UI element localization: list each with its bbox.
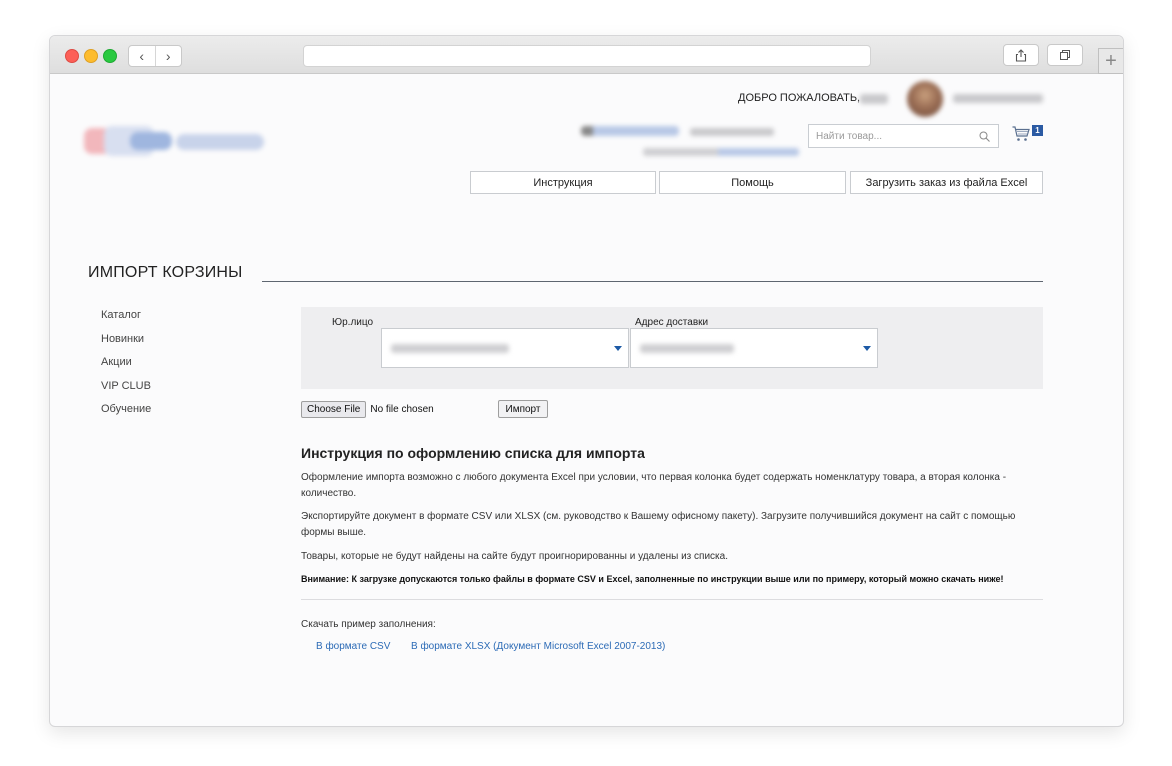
cart-count-badge: 1 <box>1032 125 1043 136</box>
upload-excel-order-button[interactable]: Загрузить заказ из файла Excel <box>850 171 1043 194</box>
page-content: ДОБРО ПОЖАЛОВАТЬ, 1 Инструкция Помощь За… <box>50 74 1123 726</box>
section-divider <box>301 599 1043 600</box>
import-button[interactable]: Импорт <box>498 400 548 418</box>
contact-phone-redacted <box>690 128 774 136</box>
close-window-button[interactable] <box>65 49 79 63</box>
legal-entity-select[interactable] <box>381 328 629 368</box>
site-logo[interactable] <box>84 122 270 164</box>
instructions-paragraph-2: Экспортируйте документ в формате CSV или… <box>301 511 1016 538</box>
instruction-button[interactable]: Инструкция <box>470 171 656 194</box>
user-name-redacted <box>860 94 888 104</box>
instructions-paragraph-3: Товары, которые не будут найдены на сайт… <box>301 551 728 562</box>
zoom-window-button[interactable] <box>103 49 117 63</box>
sidebar-item-training[interactable]: Обучение <box>101 402 151 426</box>
sidebar-item-catalog[interactable]: Каталог <box>101 308 151 332</box>
instructions-paragraph-1: Оформление импорта возможно с любого док… <box>301 472 1007 499</box>
user-menu-redacted[interactable] <box>953 94 1043 103</box>
minimize-window-button[interactable] <box>84 49 98 63</box>
chevron-left-icon: ‹ <box>139 48 145 64</box>
sidebar-item-new[interactable]: Новинки <box>101 332 151 356</box>
new-tab-button[interactable]: + <box>1098 48 1123 74</box>
back-button[interactable]: ‹ <box>129 46 156 66</box>
instructions-warning: Внимание: К загрузке допускаются только … <box>301 574 1004 584</box>
page-title: ИМПОРТ КОРЗИНЫ <box>88 264 243 281</box>
title-divider <box>262 281 1043 282</box>
download-example-label: Скачать пример заполнения: <box>301 619 436 630</box>
tabs-icon <box>1060 50 1070 60</box>
delivery-address-label: Адрес доставки <box>635 317 709 328</box>
chevron-down-icon <box>614 346 622 351</box>
file-picker: Choose File No file chosen <box>301 400 434 418</box>
sidebar-item-vip-club[interactable]: VIP CLUB <box>101 379 151 403</box>
search-box <box>808 124 999 148</box>
legal-entity-label: Юр.лицо <box>332 317 374 328</box>
contact-email-redacted[interactable] <box>581 126 679 136</box>
address-bar[interactable] <box>303 45 871 67</box>
help-button[interactable]: Помощь <box>659 171 846 194</box>
legal-entity-value-redacted <box>391 344 509 353</box>
history-nav: ‹ › <box>128 45 182 67</box>
search-icon[interactable] <box>979 131 990 142</box>
browser-titlebar: ‹ › + <box>50 36 1123 74</box>
forward-button[interactable]: › <box>156 46 182 66</box>
chevron-down-icon <box>863 346 871 351</box>
sidebar-item-promotions[interactable]: Акции <box>101 355 151 379</box>
delivery-address-value-redacted <box>640 344 734 353</box>
download-csv-link[interactable]: В формате CSV <box>316 641 390 652</box>
instructions-title: Инструкция по оформлению списка для импо… <box>301 445 645 461</box>
download-xlsx-link[interactable]: В формате XLSX (Документ Microsoft Excel… <box>411 641 665 652</box>
browser-window: ‹ › + ДОБРО ПОЖАЛОВАТЬ, Найти товар... 1… <box>49 35 1124 727</box>
welcome-text: ДОБРО ПОЖАЛОВАТЬ, <box>738 92 861 104</box>
show-tabs-button[interactable] <box>1047 44 1083 66</box>
search-input[interactable] <box>816 129 966 143</box>
contact-hours-redacted <box>643 148 799 156</box>
file-status-text: No file chosen <box>370 403 434 415</box>
plus-icon: + <box>1105 49 1117 72</box>
choose-file-button[interactable]: Choose File <box>301 400 367 418</box>
share-icon <box>1015 48 1027 62</box>
sidebar-nav: Каталог Новинки Акции VIP CLUB Обучение <box>101 308 151 426</box>
delivery-address-select[interactable] <box>630 328 878 368</box>
avatar[interactable] <box>907 81 943 117</box>
filter-panel: Юр.лицо Адрес доставки <box>301 307 1043 389</box>
chevron-right-icon: › <box>165 48 171 64</box>
share-button[interactable] <box>1003 44 1039 66</box>
cart-icon[interactable] <box>1012 126 1030 142</box>
